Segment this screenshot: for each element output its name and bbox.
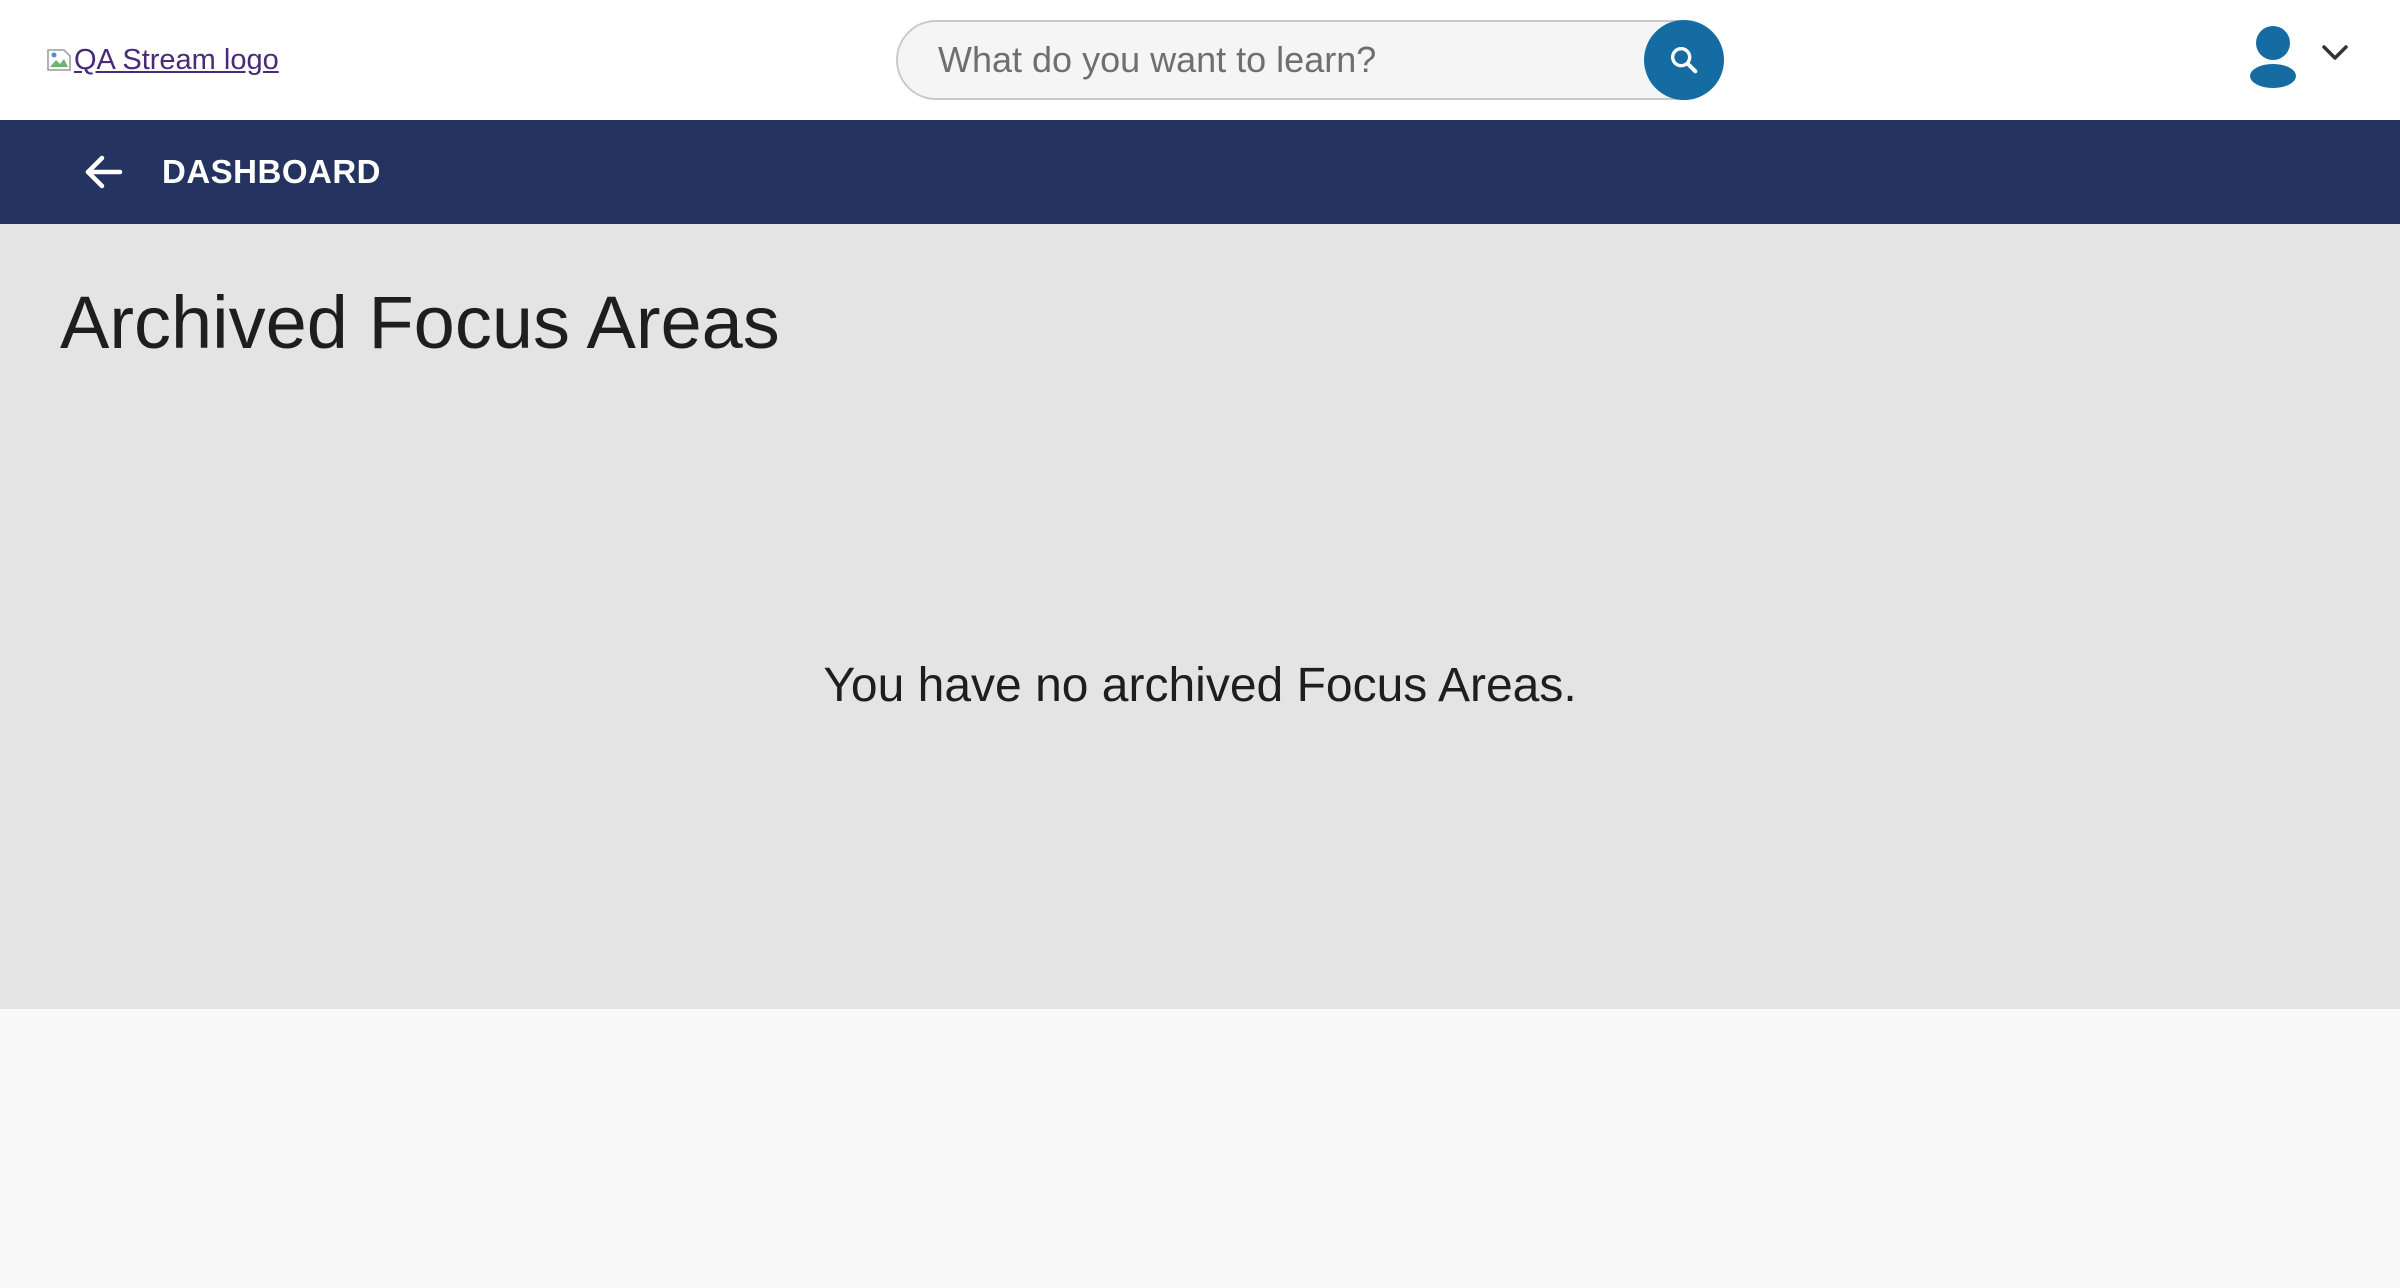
back-label: DASHBOARD (162, 153, 381, 190)
navigation-bar: DASHBOARD (0, 120, 2400, 224)
main-content: Archived Focus Areas You have no archive… (0, 224, 2400, 1009)
logo-link[interactable]: QA Stream logo (46, 40, 279, 80)
top-header: QA Stream logo (0, 0, 2400, 120)
empty-state-message: You have no archived Focus Areas. (823, 659, 1577, 712)
search-input[interactable] (938, 22, 1578, 98)
logo-alt-text: QA Stream logo (74, 43, 279, 76)
user-avatar-icon (2250, 26, 2296, 88)
page-title: Archived Focus Areas (60, 281, 780, 364)
user-menu-button[interactable] (2240, 26, 2360, 92)
arrow-left-icon (85, 155, 123, 189)
back-to-dashboard-button[interactable]: DASHBOARD (78, 144, 381, 200)
broken-image-icon (46, 47, 72, 73)
search-icon (1670, 46, 1698, 74)
chevron-down-icon (2322, 45, 2348, 60)
search-bar (896, 20, 1724, 100)
search-button[interactable] (1644, 20, 1724, 100)
